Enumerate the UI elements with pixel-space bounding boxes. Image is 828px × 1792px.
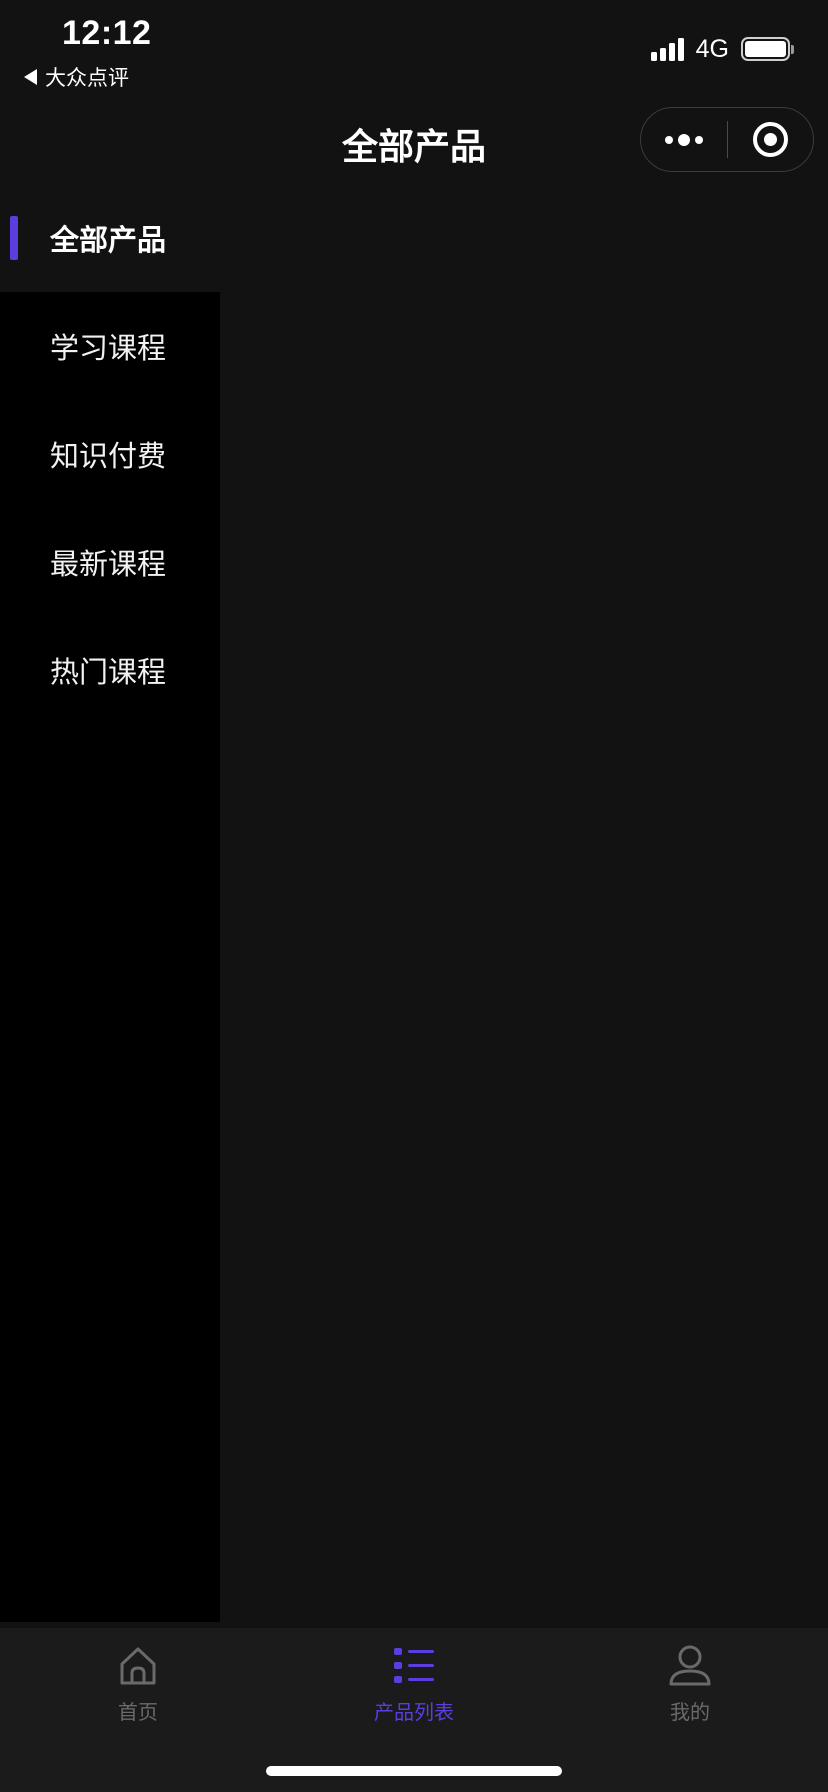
status-indicators: 4G [650, 34, 794, 64]
target-circle-icon [753, 122, 788, 157]
status-time: 12:12 [62, 14, 152, 52]
home-indicator [266, 1766, 562, 1776]
back-arrow-icon [24, 69, 37, 85]
sidebar-item-label: 学习课程 [50, 331, 167, 365]
network-type: 4G [695, 34, 729, 63]
back-app-label: 大众点评 [45, 66, 129, 90]
sidebar-item-label: 全部产品 [50, 223, 167, 257]
tab-label: 首页 [118, 1700, 158, 1724]
home-icon [120, 1647, 156, 1685]
sidebar-item-courses[interactable]: 学习课程 [0, 292, 220, 400]
user-icon [669, 1645, 711, 1686]
sidebar-item-all-products[interactable]: 全部产品 [0, 184, 220, 292]
tab-product-list[interactable]: 产品列表 [276, 1642, 552, 1742]
tab-label: 产品列表 [374, 1700, 454, 1724]
sidebar-item-label: 热门课程 [50, 655, 167, 689]
tab-mine[interactable]: 我的 [552, 1642, 828, 1742]
sidebar-item-latest-courses[interactable]: 最新课程 [0, 508, 220, 616]
more-options-button[interactable] [641, 108, 727, 171]
screen: 12:12 大众点评 4G 全部产品 全部产品 学习课程 知识付费 最新课程 热… [0, 0, 828, 1792]
tab-label: 我的 [670, 1700, 710, 1724]
more-dots-icon [665, 135, 673, 144]
back-to-app-link[interactable]: 大众点评 [24, 62, 129, 92]
battery-icon [741, 37, 794, 61]
tab-home[interactable]: 首页 [0, 1642, 276, 1742]
sidebar-item-label: 知识付费 [50, 439, 167, 473]
active-indicator [10, 216, 18, 260]
miniprogram-capsule [640, 107, 814, 172]
sidebar-item-label: 最新课程 [50, 547, 167, 581]
close-miniprogram-button[interactable] [728, 108, 813, 171]
list-icon [394, 1648, 434, 1683]
signal-strength-icon [650, 37, 684, 61]
sidebar-item-paid-knowledge[interactable]: 知识付费 [0, 400, 220, 508]
category-sidebar: 全部产品 学习课程 知识付费 最新课程 热门课程 [0, 184, 220, 1622]
sidebar-item-popular-courses[interactable]: 热门课程 [0, 616, 220, 724]
product-content-area [220, 184, 828, 1622]
